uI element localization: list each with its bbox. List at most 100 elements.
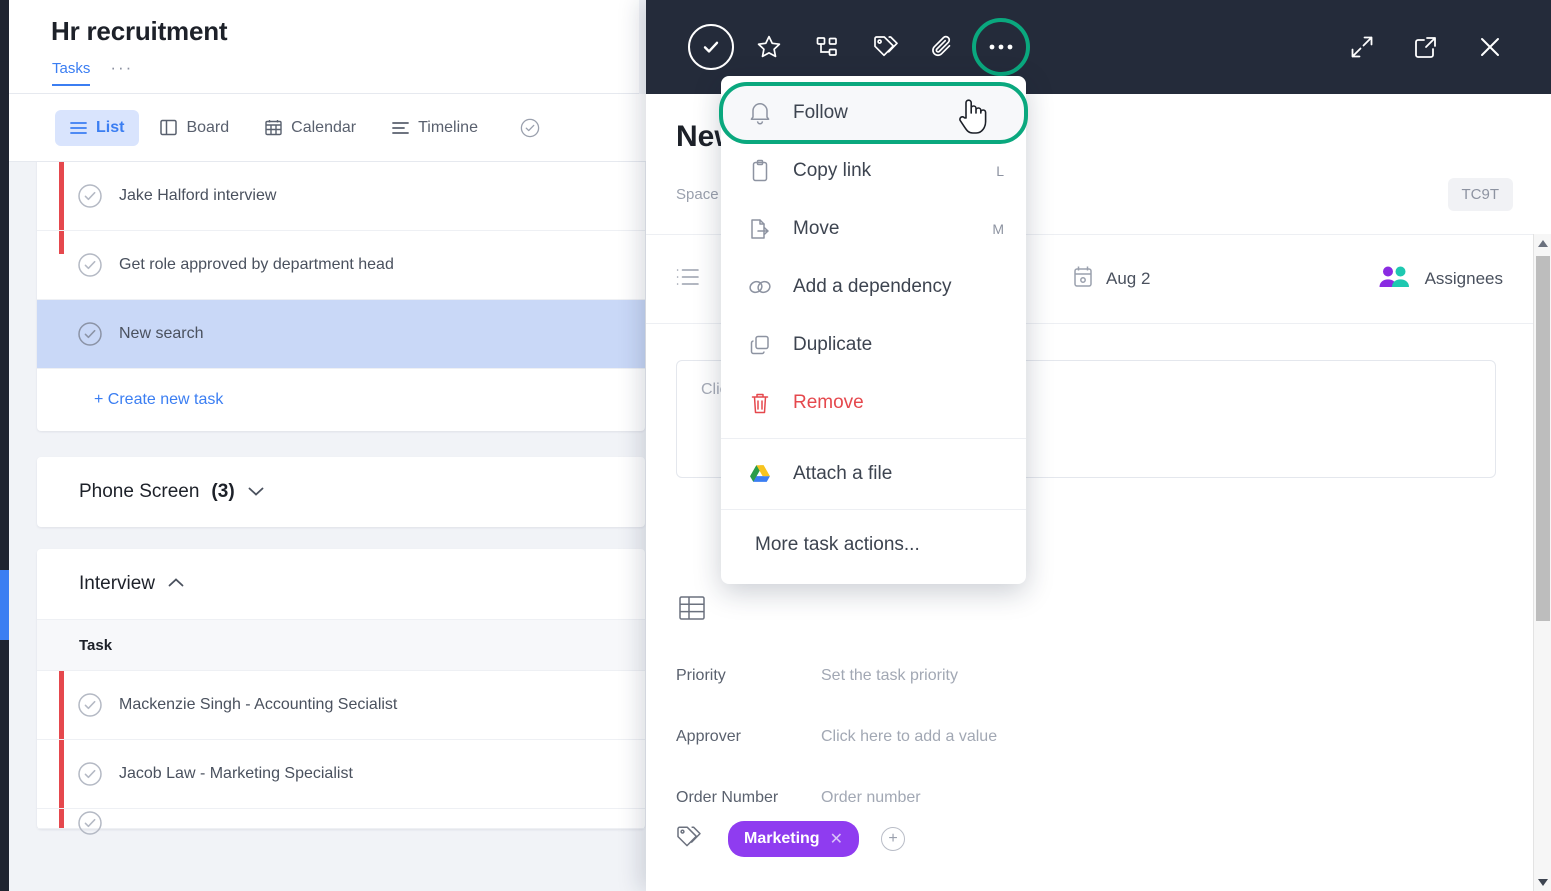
move-icon [747, 217, 773, 241]
table-row-selected[interactable]: New search [37, 300, 645, 369]
task-row-label: Jake Halford interview [119, 187, 277, 204]
group-header[interactable]: Phone Screen (3) [37, 457, 645, 527]
group-count: (3) [211, 481, 235, 502]
view-tab-calendar[interactable]: Calendar [250, 110, 371, 146]
custom-field-priority[interactable]: Priority Set the task priority [676, 667, 958, 685]
rail-active-indicator [0, 570, 9, 640]
check-circle-icon[interactable] [77, 183, 103, 209]
check-circle-icon [520, 118, 540, 138]
menu-item-label: Copy link [793, 160, 872, 181]
check-circle-icon[interactable] [77, 321, 103, 347]
check-circle-icon[interactable] [77, 810, 103, 836]
check-circle-icon[interactable] [77, 252, 103, 278]
tab-tasks[interactable]: Tasks [52, 60, 91, 86]
left-rail [0, 0, 9, 891]
add-tag-button[interactable]: + [880, 827, 905, 851]
scrollbar[interactable] [1533, 234, 1551, 891]
scroll-up-icon[interactable] [1534, 234, 1551, 252]
view-tabs-bar: List Board Calendar Timeline [9, 94, 655, 162]
due-date-property[interactable]: Aug 2 [1072, 265, 1150, 294]
menu-item-remove[interactable]: Remove [721, 374, 1026, 432]
chevron-down-icon[interactable] [247, 481, 265, 503]
group-header[interactable]: Interview [37, 549, 645, 619]
group-name: Phone Screen [79, 481, 200, 502]
table-row[interactable]: Jacob Law - Marketing Specialist [37, 740, 645, 809]
menu-item-label: Remove [793, 392, 864, 413]
menu-item-move[interactable]: Move M [721, 200, 1026, 258]
menu-divider [721, 438, 1026, 439]
expand-icon[interactable] [1339, 24, 1385, 70]
check-circle-icon[interactable] [77, 761, 103, 787]
tag-label: Marketing [744, 830, 820, 847]
group-interview: Interview Task Mackenzie Singh - Account… [37, 549, 645, 835]
link-icon [747, 276, 773, 298]
subtasks-property[interactable] [676, 267, 712, 292]
close-icon[interactable] [1467, 24, 1513, 70]
task-row-label: New search [119, 325, 204, 342]
task-list-area: Jake Halford interview Get role approved… [9, 162, 655, 891]
star-icon[interactable] [746, 24, 792, 70]
complete-icon[interactable] [688, 24, 734, 70]
trash-icon [747, 392, 773, 415]
menu-item-add-dependency[interactable]: Add a dependency [721, 258, 1026, 316]
page-title: Hr recruitment [51, 16, 228, 46]
custom-field-order-number[interactable]: Order Number Order number [676, 789, 921, 807]
view-tab-timeline[interactable]: Timeline [377, 110, 493, 146]
due-date-label: Aug 2 [1106, 269, 1151, 288]
group-name: Interview [79, 573, 156, 594]
menu-item-label: Attach a file [793, 463, 893, 484]
app-tabs: Tasks ··· [52, 58, 133, 87]
view-tab-board[interactable]: Board [145, 110, 244, 146]
scroll-down-icon[interactable] [1534, 873, 1551, 891]
assignees-label: Assignees [1424, 269, 1503, 288]
field-value: Click here to add a value [821, 728, 998, 745]
menu-divider [721, 509, 1026, 510]
task-row-label: Jacob Law - Marketing Specialist [119, 765, 353, 782]
table-row[interactable] [37, 809, 645, 835]
table-row[interactable]: Get role approved by department head [37, 231, 645, 300]
close-icon[interactable]: ✕ [830, 829, 843, 849]
attachment-icon[interactable] [920, 24, 966, 70]
tab-overflow-icon[interactable]: ··· [110, 58, 133, 87]
check-circle-icon[interactable] [77, 692, 103, 718]
scrollbar-thumb[interactable] [1536, 256, 1550, 621]
open-external-icon[interactable] [1403, 24, 1449, 70]
clipboard-icon [747, 159, 773, 183]
menu-item-attach-a-file[interactable]: Attach a file [721, 445, 1026, 503]
bullet-list-icon [676, 267, 700, 292]
custom-fields-icon [678, 594, 706, 627]
tag-icon[interactable] [862, 24, 908, 70]
table-row[interactable]: Jake Halford interview [37, 162, 645, 231]
field-label: Priority [676, 667, 726, 684]
view-tab-list[interactable]: List [55, 109, 140, 146]
task-actions-menu: Follow Copy link L Move M Add a dependen… [719, 76, 1028, 584]
view-tab-closed[interactable] [505, 109, 555, 147]
field-value: Order number [821, 789, 921, 806]
task-row-label: Mackenzie Singh - Accounting Secialist [119, 696, 398, 713]
menu-item-more-task-actions[interactable]: More task actions... [721, 516, 1026, 574]
custom-field-approver[interactable]: Approver Click here to add a value [676, 728, 997, 746]
timeline-icon [392, 121, 409, 135]
assignees-icon [1377, 264, 1413, 295]
tag-icon [676, 824, 706, 855]
more-icon[interactable] [972, 18, 1030, 76]
table-row[interactable]: Mackenzie Singh - Accounting Secialist [37, 671, 645, 740]
subtask-icon[interactable] [804, 24, 850, 70]
assignees-property[interactable]: Assignees [1377, 264, 1503, 295]
column-header-task: Task [37, 619, 645, 671]
task-row-label: Get role approved by department head [119, 256, 394, 273]
chevron-up-icon[interactable] [167, 573, 185, 595]
bell-icon [747, 101, 773, 125]
field-label: Order Number [676, 789, 779, 806]
menu-item-duplicate[interactable]: Duplicate [721, 316, 1026, 374]
create-new-task-button[interactable]: + Create new task [37, 369, 645, 431]
modal-toolbar-left [646, 18, 1030, 76]
menu-item-copy-link[interactable]: Copy link L [721, 142, 1026, 200]
menu-item-label: More task actions... [755, 534, 920, 555]
menu-item-shortcut: M [992, 221, 1004, 237]
view-tab-timeline-label: Timeline [418, 118, 478, 136]
task-id-badge[interactable]: TC9T [1447, 178, 1513, 211]
tag-chip-marketing[interactable]: Marketing ✕ [728, 821, 859, 857]
google-drive-icon [747, 464, 773, 484]
app-header: Hr recruitment Tasks ··· [9, 0, 639, 94]
